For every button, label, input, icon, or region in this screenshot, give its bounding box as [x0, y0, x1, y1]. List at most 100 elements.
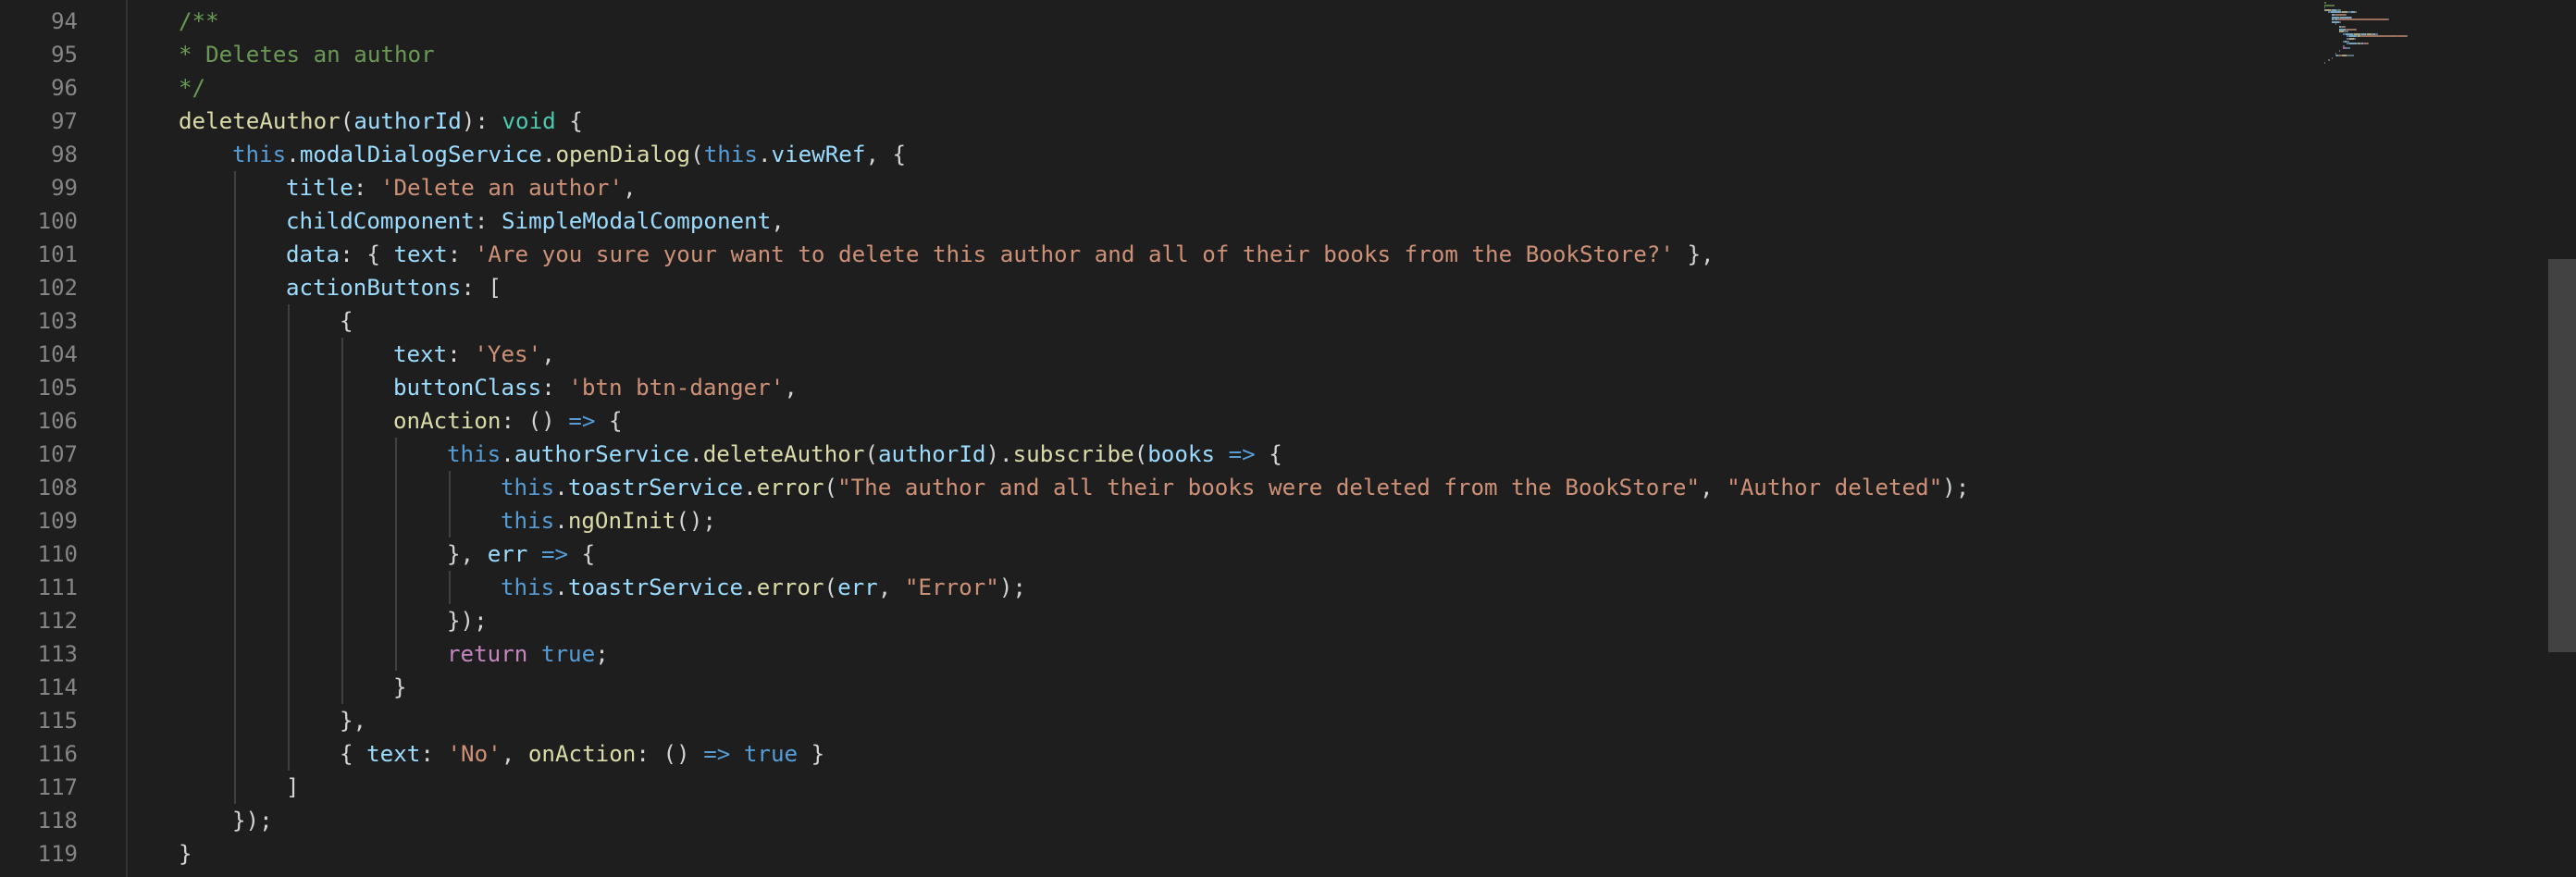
indent-guide	[288, 404, 290, 438]
code-token: ,	[623, 175, 637, 201]
minimap-stroke	[2397, 35, 2407, 38]
indent-guide	[234, 771, 236, 804]
code-token: authorId	[353, 108, 462, 134]
minimap-stroke	[2338, 19, 2387, 21]
code-token: onAction	[393, 408, 502, 434]
code-line[interactable]: title: 'Delete an author',	[286, 171, 637, 204]
code-token: 'No'	[447, 741, 502, 767]
indent-guide	[395, 504, 397, 537]
gutter-divider	[126, 0, 128, 877]
indent-guide	[234, 271, 236, 304]
code-token: 'Are you sure your want to delete this a…	[474, 241, 1674, 267]
code-token: =>	[540, 541, 569, 567]
code-token: return	[447, 641, 528, 667]
minimap-stroke	[2324, 62, 2325, 64]
code-token: this	[501, 475, 555, 500]
code-token: .	[757, 142, 772, 167]
code-token: ;	[595, 641, 609, 667]
code-line[interactable]: return true;	[447, 637, 609, 671]
code-line[interactable]: this.toastrService.error(err, "Error");	[501, 571, 1026, 604]
code-token: );	[998, 574, 1026, 600]
code-token: * Deletes an author	[179, 42, 435, 68]
code-line[interactable]: { text: 'No', onAction: () => true }	[340, 737, 824, 771]
code-token: 'btn btn-danger'	[568, 375, 785, 401]
code-token: ,	[771, 208, 785, 234]
indent-guide	[449, 504, 451, 537]
code-line[interactable]: },	[340, 704, 366, 737]
code-line[interactable]: buttonClass: 'btn btn-danger',	[393, 371, 798, 404]
code-line[interactable]: }	[393, 671, 407, 704]
code-line[interactable]: });	[232, 804, 273, 837]
code-token: (	[690, 142, 704, 167]
indent-guide	[234, 338, 236, 371]
indent-guide	[288, 571, 290, 604]
indent-guide	[234, 238, 236, 271]
code-line[interactable]: this.modalDialogService.openDialog(this.…	[232, 138, 906, 171]
minimap-stroke	[2354, 38, 2356, 40]
code-line[interactable]: actionButtons: [	[286, 271, 502, 304]
code-line[interactable]: this.toastrService.error("The author and…	[501, 471, 1969, 504]
code-token: this	[501, 574, 555, 600]
code-line[interactable]: this.authorService.deleteAuthor(authorId…	[447, 438, 1282, 471]
code-line[interactable]: ]	[286, 771, 300, 804]
code-line[interactable]: }, err => {	[447, 537, 595, 571]
code-token: "The author and all their books were del…	[837, 475, 1701, 500]
code-line[interactable]: data: { text: 'Are you sure your want to…	[286, 238, 1715, 271]
code-token: :	[447, 241, 475, 267]
code-token: ,	[1700, 475, 1728, 500]
vertical-scrollbar-thumb[interactable]	[2548, 259, 2576, 652]
minimap-stroke	[2361, 35, 2396, 38]
code-token: ,	[541, 341, 555, 367]
code-token: =>	[568, 408, 596, 434]
indent-guide	[288, 338, 290, 371]
indent-guide	[395, 604, 397, 637]
indent-guide	[288, 604, 290, 637]
code-line[interactable]: deleteAuthor(authorId): void {	[179, 105, 583, 138]
code-token: ();	[675, 508, 716, 534]
indent-guide	[234, 404, 236, 438]
code-token: SimpleModalComponent	[502, 208, 772, 234]
code-line[interactable]: */	[179, 71, 205, 105]
code-line[interactable]: this.ngOnInit();	[501, 504, 716, 537]
minimap[interactable]	[2324, 0, 2472, 65]
code-line[interactable]: text: 'Yes',	[393, 338, 555, 371]
minimap-stroke	[2349, 47, 2350, 50]
code-line[interactable]: });	[447, 604, 488, 637]
minimap-stroke	[2368, 43, 2369, 45]
code-line[interactable]: onAction: () => {	[393, 404, 623, 438]
indent-guide	[341, 504, 343, 537]
indent-guide	[341, 404, 343, 438]
code-token: deleteAuthor	[702, 441, 865, 467]
code-line[interactable]: /**	[179, 5, 219, 38]
indent-guide	[234, 637, 236, 671]
code-token: childComponent	[286, 208, 475, 234]
indent-guide	[288, 704, 290, 737]
indent-guide	[395, 571, 397, 604]
code-token: err	[487, 541, 528, 567]
code-token: :	[474, 208, 502, 234]
code-line[interactable]: {	[340, 304, 353, 338]
code-token: ,	[501, 741, 528, 767]
code-line[interactable]: }	[179, 837, 192, 871]
code-token: ,	[784, 375, 798, 401]
indent-guide	[288, 304, 290, 338]
code-token: this	[232, 142, 287, 167]
code-token: buttonClass	[393, 375, 542, 401]
code-line[interactable]: childComponent: SimpleModalComponent,	[286, 204, 785, 238]
code-editor[interactable]: 94 95 96 97 98 99 100 101 102 103 104 105 106 107 108 1…	[0, 0, 2576, 877]
minimap-stroke	[2328, 59, 2330, 62]
indent-guide	[288, 471, 290, 504]
code-area[interactable]: /** * Deletes an author */deleteAuthor(aut…	[0, 0, 2498, 877]
indent-guide	[395, 471, 397, 504]
code-token: text	[393, 241, 448, 267]
code-token: toastrService	[567, 475, 744, 500]
code-token: .	[501, 441, 514, 467]
code-token: deleteAuthor	[179, 108, 341, 134]
code-token: (	[864, 441, 878, 467]
code-token: text	[393, 341, 448, 367]
code-token: actionButtons	[286, 275, 462, 301]
code-token: {	[555, 108, 583, 134]
code-token: {	[1255, 441, 1282, 467]
code-line[interactable]: * Deletes an author	[179, 38, 435, 71]
